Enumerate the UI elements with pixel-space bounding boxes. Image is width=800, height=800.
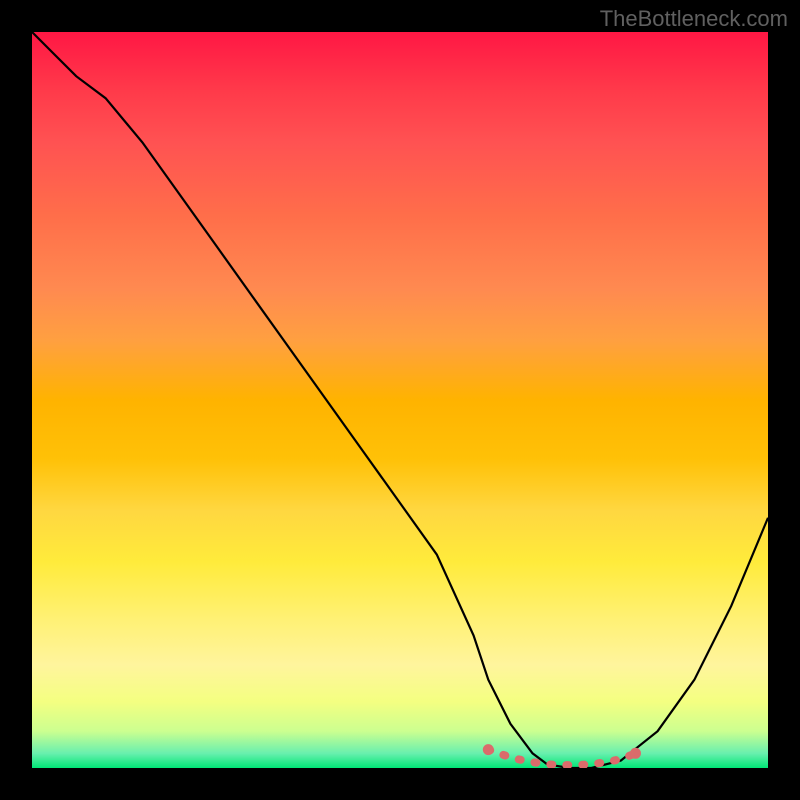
highlight-band [483,744,641,765]
chart-plot-area [32,32,768,768]
chart-svg [32,32,768,768]
watermark-text: TheBottleneck.com [600,6,788,32]
bottleneck-curve-path [32,32,768,768]
